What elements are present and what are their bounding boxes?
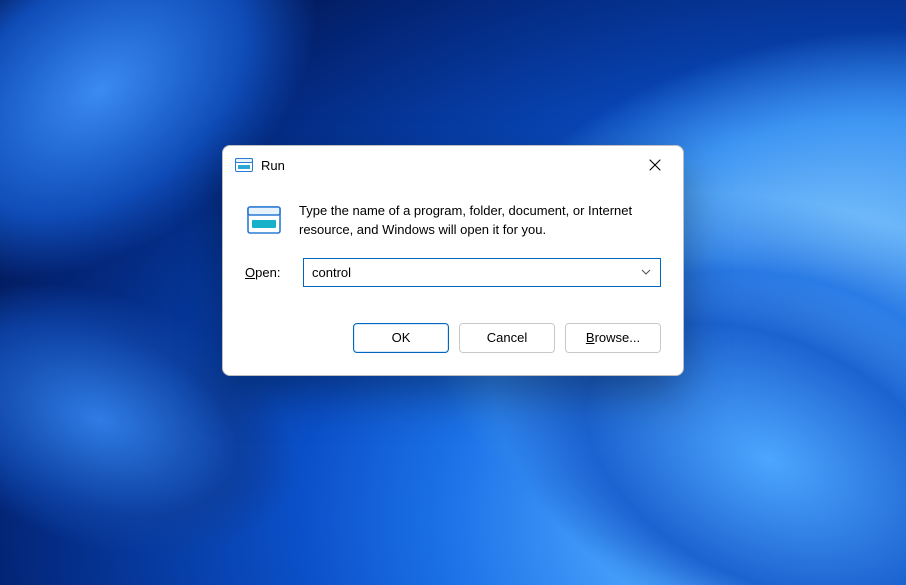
open-label: Open: [245,265,289,280]
cancel-button[interactable]: Cancel [459,323,555,353]
hint-text: Type the name of a program, folder, docu… [299,202,659,240]
chevron-down-icon [641,269,651,275]
dialog-title: Run [261,158,285,173]
run-dialog: Run Type the name of a program, folder, … [222,145,684,376]
close-icon [649,159,661,171]
button-row: OK Cancel Browse... [223,295,683,375]
open-input[interactable] [303,258,661,287]
desktop-wallpaper: Run Type the name of a program, folder, … [0,0,906,585]
titlebar[interactable]: Run [223,146,683,184]
browse-button[interactable]: Browse... [565,323,661,353]
open-combobox[interactable] [303,258,661,287]
dropdown-button[interactable] [637,258,655,287]
run-icon [235,158,253,172]
ok-button[interactable]: OK [353,323,449,353]
run-large-icon [247,206,281,234]
close-button[interactable] [633,150,677,180]
